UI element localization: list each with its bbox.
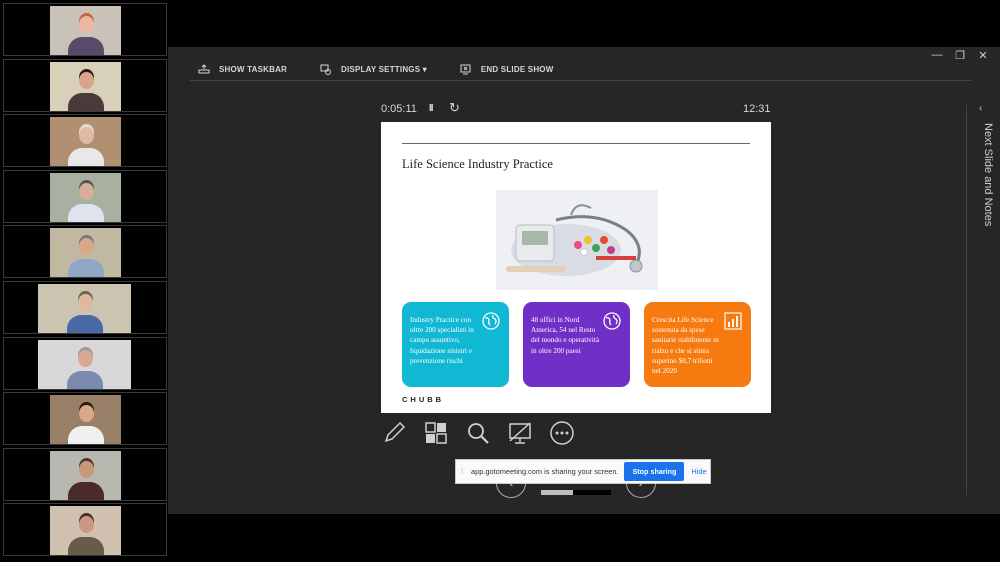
info-card-text: Industry Practice con oltre 200 speciali… <box>410 316 474 365</box>
notes-panel-divider <box>966 105 967 495</box>
close-button[interactable]: ✕ <box>974 49 992 62</box>
slide-title: Life Science Industry Practice <box>402 157 553 171</box>
end-slide-show-button[interactable]: END SLIDE SHOW <box>460 64 554 75</box>
medical-photo-illustration <box>496 190 658 290</box>
presenter-view-window: — ❐ ✕ SHOW TASKBAR DISPLAY SETTINGS ▾ EN… <box>168 47 1000 514</box>
collapse-notes-icon[interactable]: ‹ <box>979 103 982 114</box>
participant-video <box>50 61 121 111</box>
participant-tile[interactable] <box>3 225 167 279</box>
participant-tile[interactable] <box>3 281 167 334</box>
info-card: Industry Practice con oltre 200 speciali… <box>402 302 509 387</box>
participant-video <box>50 117 121 167</box>
participant-face <box>78 516 94 534</box>
black-screen-icon <box>509 422 531 444</box>
participant-video <box>50 506 121 556</box>
elapsed-timer: 0:05:11 <box>381 103 417 115</box>
restore-button[interactable]: ❐ <box>951 49 969 62</box>
participant-face <box>78 238 94 256</box>
globe-icon <box>482 312 500 333</box>
slides-grid-icon <box>425 422 447 444</box>
participant-face <box>78 127 94 145</box>
info-card-text: Crescita Life Science sostenuta da spese… <box>652 316 719 376</box>
participant-body <box>67 481 104 500</box>
bar-chart-icon <box>724 312 742 333</box>
minimize-button[interactable]: — <box>928 49 946 61</box>
info-card: 48 uffici in Nord America, 54 nel Resto … <box>523 302 630 387</box>
see-all-slides-button[interactable] <box>423 420 449 446</box>
participant-video <box>50 228 121 278</box>
black-screen-button[interactable] <box>507 420 533 446</box>
presenter-toolbar: SHOW TASKBAR DISPLAY SETTINGS ▾ END SLID… <box>198 62 586 76</box>
pen-tool-button[interactable] <box>381 420 407 446</box>
participant-face <box>78 16 94 33</box>
hide-banner-button[interactable]: Hide <box>691 467 706 476</box>
slide-header-rule <box>402 143 750 144</box>
participant-video <box>50 450 121 500</box>
magnifier-icon <box>468 423 489 444</box>
display-settings-icon <box>320 64 332 75</box>
end-slide-show-label: END SLIDE SHOW <box>480 64 554 74</box>
participant-tile[interactable] <box>3 114 167 168</box>
taskbar-icon <box>198 64 210 74</box>
participant-tile[interactable] <box>3 447 167 501</box>
end-slide-show-icon <box>460 64 471 74</box>
next-slide-and-notes-toggle[interactable]: Next Slide and Notes <box>982 123 994 226</box>
slide-tools <box>381 420 591 450</box>
participant-face <box>78 71 94 89</box>
participant-body <box>67 259 104 278</box>
participant-body <box>67 426 104 445</box>
pause-timer-button[interactable]: II <box>429 103 433 114</box>
slide-progress-bar <box>541 490 611 495</box>
participant-face <box>77 349 93 367</box>
participant-face <box>78 405 94 423</box>
info-card: Crescita Life Science sostenuta da spese… <box>644 302 751 387</box>
participant-body <box>67 203 104 222</box>
globe-icon <box>603 312 621 333</box>
participant-video <box>50 6 121 55</box>
participant-tile[interactable] <box>3 3 167 56</box>
participant-video <box>38 284 131 333</box>
participant-tile[interactable] <box>3 336 167 390</box>
participant-tile[interactable] <box>3 392 167 446</box>
more-options-icon <box>550 421 574 445</box>
participant-tile[interactable] <box>3 503 167 557</box>
participant-body <box>67 148 104 167</box>
sharing-message: app.gotomeeting.com is sharing your scre… <box>471 467 619 476</box>
participant-body <box>67 92 104 111</box>
more-options-button[interactable] <box>549 420 575 446</box>
show-taskbar-label: SHOW TASKBAR <box>219 64 288 74</box>
pen-icon <box>384 421 406 443</box>
drag-handle-icon[interactable]: ⁞ <box>461 467 465 476</box>
display-settings-label: DISPLAY SETTINGS ▾ <box>341 64 427 74</box>
toolbar-divider <box>190 80 972 81</box>
medical-equipment-photo <box>496 190 658 290</box>
participant-video <box>50 172 121 222</box>
participant-face <box>78 460 94 478</box>
participant-face <box>77 294 93 311</box>
participant-video <box>50 395 121 445</box>
chubb-logo: CHUBB <box>402 395 445 404</box>
participant-video <box>38 339 131 389</box>
participant-body <box>66 315 103 333</box>
participant-tile[interactable] <box>3 169 167 223</box>
show-taskbar-button[interactable]: SHOW TASKBAR <box>198 64 287 74</box>
desktop: — ❐ ✕ SHOW TASKBAR DISPLAY SETTINGS ▾ EN… <box>0 0 1000 562</box>
current-slide[interactable]: Life Science Industry Practice Industry … <box>381 122 771 413</box>
zoom-button[interactable] <box>465 420 491 446</box>
info-card-text: 48 uffici in Nord America, 54 nel Resto … <box>531 316 600 355</box>
slide-progress-fill <box>541 490 573 495</box>
restart-timer-button[interactable]: ↻ <box>449 100 460 116</box>
participant-body <box>67 537 104 556</box>
screen-sharing-banner: ⁞ app.gotomeeting.com is sharing your sc… <box>455 459 711 484</box>
participant-tile[interactable] <box>3 58 167 112</box>
display-settings-button[interactable]: DISPLAY SETTINGS ▾ <box>320 64 427 75</box>
participant-body <box>66 370 103 389</box>
participant-list <box>0 0 168 562</box>
participant-face <box>78 182 94 200</box>
current-time: 12:31 <box>743 103 771 115</box>
participant-body <box>67 37 104 55</box>
stop-sharing-button[interactable]: Stop sharing <box>624 462 685 481</box>
